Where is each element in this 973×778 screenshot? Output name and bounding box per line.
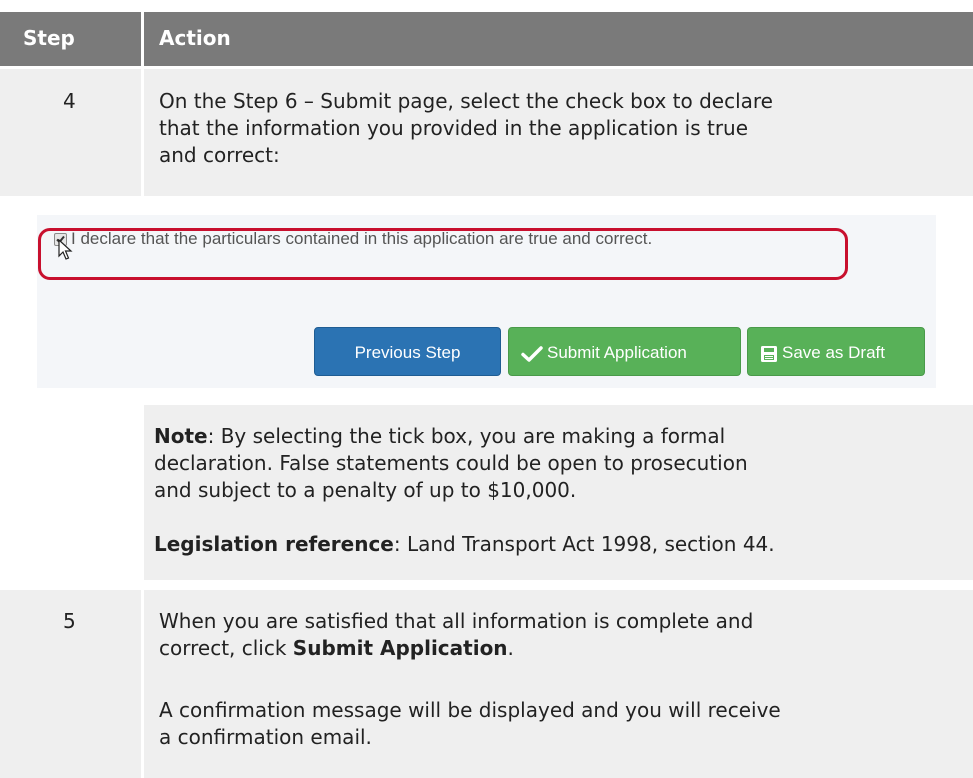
- header-step-label: Step: [23, 26, 75, 50]
- step-5-line-2-suffix: .: [507, 636, 514, 660]
- submit-page-screenshot: I declare that the particulars contained…: [37, 215, 936, 388]
- legislation-label: Legislation reference: [154, 532, 394, 556]
- submit-application-button[interactable]: Submit Application: [508, 327, 741, 376]
- step-4-instruction-line-2: that the information you provided in the…: [159, 116, 749, 140]
- header-action-cell: Action: [144, 12, 973, 66]
- save-icon: [761, 345, 777, 362]
- header-action-label: Action: [159, 26, 231, 50]
- header-step-cell: Step: [0, 12, 141, 66]
- step-4-instruction-line-3: and correct:: [159, 143, 280, 167]
- note-label: Note: [154, 424, 208, 448]
- note-line-2: declaration. False statements could be o…: [154, 451, 748, 475]
- previous-step-button[interactable]: Previous Step: [314, 327, 501, 376]
- save-as-draft-button[interactable]: Save as Draft: [747, 327, 925, 376]
- legislation-line: Legislation reference: Land Transport Ac…: [154, 531, 775, 558]
- note-line-3: and subject to a penalty of up to $10,00…: [154, 478, 577, 502]
- save-as-draft-label: Save as Draft: [782, 343, 885, 362]
- step-cell-4: 4: [0, 69, 141, 196]
- legislation-text: : Land Transport Act 1998, section 44.: [393, 532, 775, 556]
- action-cell-5: When you are satisfied that all informat…: [144, 590, 973, 778]
- step-number-5: 5: [63, 609, 76, 633]
- step-5-line-2-prefix: correct, click: [159, 636, 293, 660]
- step-number-4: 4: [63, 89, 76, 113]
- step-cell-5: 5: [0, 590, 141, 778]
- action-cell-4: On the Step 6 – Submit page, select the …: [144, 69, 973, 196]
- table-header: Step Action: [0, 12, 973, 66]
- step-4-instruction-line-1: On the Step 6 – Submit page, select the …: [159, 89, 773, 113]
- note-text-1: : By selecting the tick box, you are mak…: [207, 424, 726, 448]
- previous-step-label: Previous Step: [354, 343, 461, 362]
- submit-application-label: Submit Application: [547, 343, 687, 362]
- step-5-result-line-2: a confirmation email.: [159, 725, 372, 749]
- step-5-submit-reference: Submit Application: [292, 636, 508, 660]
- check-icon: [521, 345, 543, 362]
- declaration-text: I declare that the particulars contained…: [71, 229, 653, 248]
- note-line-1: Note: By selecting the tick box, you are…: [154, 423, 725, 450]
- step-5-line-2: correct, click Submit Application.: [159, 635, 514, 662]
- step-5-line-1: When you are satisfied that all informat…: [159, 609, 754, 633]
- step-5-result-line-1: A confirmation message will be displayed…: [159, 698, 781, 722]
- note-cell: Note: By selecting the tick box, you are…: [144, 405, 973, 580]
